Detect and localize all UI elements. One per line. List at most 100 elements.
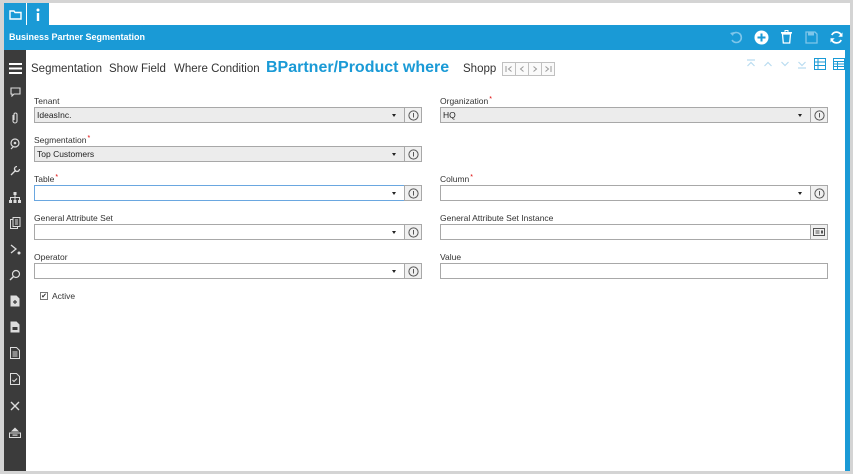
- previous-record-icon[interactable]: [763, 59, 773, 69]
- tenant-select[interactable]: IdeasInc.: [34, 107, 405, 123]
- info-circle-icon: [407, 226, 419, 238]
- undo-icon[interactable]: [728, 29, 744, 45]
- info-circle-icon: [407, 187, 419, 199]
- hierarchy-icon[interactable]: [4, 186, 26, 208]
- info-circle-icon: [813, 187, 825, 199]
- toolbar: [728, 29, 844, 45]
- last-record-icon[interactable]: [797, 59, 807, 69]
- new-record-icon[interactable]: [753, 29, 769, 45]
- close-icon[interactable]: [4, 395, 26, 417]
- general-attribute-set-label: General Attribute Set: [34, 213, 113, 223]
- detail-tab-bar: Segmentation Show Field Where Condition …: [26, 50, 845, 86]
- info-tab[interactable]: [27, 3, 49, 25]
- caret-down-icon: [798, 192, 802, 195]
- tenant-info-button[interactable]: [404, 107, 422, 123]
- caret-down-icon: [392, 153, 396, 156]
- column-info-button[interactable]: [810, 185, 828, 201]
- active-label: Active: [52, 291, 76, 301]
- first-record-icon[interactable]: [746, 59, 756, 69]
- tab-bpartner-product-where[interactable]: BPartner/Product where: [266, 59, 449, 77]
- window-tab-strip: [4, 3, 850, 25]
- organization-label: Organization*: [440, 96, 492, 106]
- detail-view-icon[interactable]: [833, 58, 845, 70]
- zoom-icon[interactable]: [4, 264, 26, 286]
- general-attribute-set-instance-label: General Attribute Set Instance: [440, 213, 554, 223]
- caret-down-icon: [798, 114, 802, 117]
- tab-where-condition[interactable]: Where Condition: [174, 63, 260, 75]
- last-tab-button[interactable]: [541, 62, 555, 76]
- tools-icon[interactable]: [4, 160, 26, 182]
- table-label: Table*: [34, 174, 59, 184]
- tenant-label: Tenant: [34, 96, 60, 106]
- tab-navigation: [502, 62, 555, 76]
- first-icon: [505, 66, 512, 72]
- window-titlebar: Business Partner Segmentation: [4, 25, 850, 50]
- document-icon[interactable]: [4, 316, 26, 338]
- workflow-icon[interactable]: [4, 238, 26, 260]
- segmentation-select[interactable]: Top Customers: [34, 146, 405, 162]
- operator-info-button[interactable]: [404, 263, 422, 279]
- document-add-icon[interactable]: [4, 290, 26, 312]
- record-navigation: [746, 58, 845, 70]
- operator-select[interactable]: [34, 263, 405, 279]
- next-tab-button[interactable]: [528, 62, 542, 76]
- caret-down-icon: [392, 192, 396, 195]
- tab-segmentation[interactable]: Segmentation: [31, 63, 102, 75]
- operator-label: Operator: [34, 252, 68, 262]
- right-edge-bar: [845, 50, 850, 471]
- attribute-instance-picker-button[interactable]: [810, 224, 828, 240]
- general-attribute-set-instance-field[interactable]: [440, 224, 811, 240]
- refresh-icon[interactable]: [828, 29, 844, 45]
- window-title: Business Partner Segmentation: [9, 32, 146, 42]
- previous-tab-button[interactable]: [515, 62, 529, 76]
- left-sidebar: [4, 50, 26, 471]
- segmentation-info-button[interactable]: [404, 146, 422, 162]
- info-circle-icon: [407, 148, 419, 160]
- menu-icon[interactable]: [4, 57, 26, 79]
- chevron-right-icon: [533, 66, 538, 72]
- table-info-button[interactable]: [404, 185, 422, 201]
- document-check-icon[interactable]: [4, 368, 26, 390]
- general-attribute-set-select[interactable]: [34, 224, 405, 240]
- chevron-left-icon: [519, 66, 524, 72]
- info-circle-icon: [407, 265, 419, 277]
- general-attribute-set-info-button[interactable]: [404, 224, 422, 240]
- tab-shopping[interactable]: Shopping: [463, 63, 496, 75]
- attribute-picker-icon: [813, 228, 825, 236]
- segmentation-value: Top Customers: [37, 149, 95, 159]
- main-panel: Segmentation Show Field Where Condition …: [26, 50, 845, 471]
- folder-icon: [8, 9, 22, 20]
- chat-icon[interactable]: [4, 81, 26, 103]
- report-icon[interactable]: [4, 212, 26, 234]
- active-checkbox-row[interactable]: ✔ Active: [40, 291, 75, 301]
- delete-icon[interactable]: [778, 29, 794, 45]
- column-select[interactable]: [440, 185, 811, 201]
- caret-down-icon: [392, 114, 396, 117]
- grid-view-icon[interactable]: [814, 58, 826, 70]
- info-circle-icon: [813, 109, 825, 121]
- table-select[interactable]: [34, 185, 405, 201]
- segmentation-label: Segmentation*: [34, 135, 91, 145]
- organization-info-button[interactable]: [810, 107, 828, 123]
- tab-show-field[interactable]: Show Field: [109, 63, 166, 75]
- info-icon: [36, 8, 40, 21]
- attachment-icon[interactable]: [4, 107, 26, 129]
- active-checkbox[interactable]: ✔: [40, 292, 48, 300]
- screen-frame: Business Partner Segmentation Segmentati…: [0, 0, 853, 474]
- archive-icon[interactable]: [4, 421, 26, 443]
- application-window: Business Partner Segmentation Segmentati…: [4, 3, 850, 471]
- value-input[interactable]: [440, 263, 828, 279]
- next-record-icon[interactable]: [780, 59, 790, 69]
- caret-down-icon: [392, 270, 396, 273]
- value-label: Value: [440, 252, 462, 262]
- organization-value: HQ: [443, 110, 456, 120]
- lookup-icon[interactable]: [4, 133, 26, 155]
- info-circle-icon: [407, 109, 419, 121]
- organization-select[interactable]: HQ: [440, 107, 811, 123]
- column-label: Column*: [440, 174, 474, 184]
- caret-down-icon: [392, 231, 396, 234]
- save-icon[interactable]: [803, 29, 819, 45]
- first-tab-button[interactable]: [502, 62, 516, 76]
- document-list-icon[interactable]: [4, 342, 26, 364]
- folder-tab[interactable]: [4, 3, 26, 25]
